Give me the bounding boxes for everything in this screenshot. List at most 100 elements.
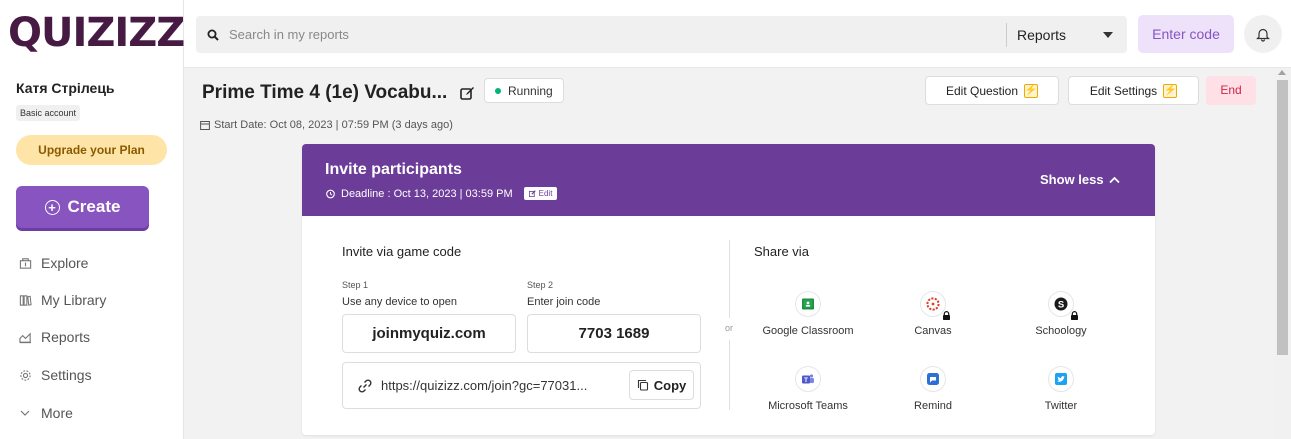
bell-icon	[1256, 28, 1270, 42]
share-label: Canvas	[914, 325, 952, 337]
schoology-icon: S	[1048, 291, 1078, 320]
user-name: Катя Стрілець	[16, 80, 115, 96]
report-type-value: Reports	[1017, 26, 1067, 43]
scrollbar[interactable]	[1274, 68, 1291, 439]
scroll-thumb[interactable]	[1277, 80, 1288, 355]
google-classroom-icon	[795, 291, 821, 317]
lock-icon	[1071, 311, 1078, 320]
share-microsoft-teams[interactable]: T Microsoft Teams	[748, 366, 868, 412]
sidebar: QUIZIZZ Катя Стрілець Basic account Upgr…	[0, 0, 185, 439]
sidebar-item-explore[interactable]: Explore	[18, 255, 88, 271]
copy-label: Copy	[653, 377, 687, 393]
report-type-dropdown[interactable]: Reports	[1007, 16, 1127, 53]
section-divider-bottom	[729, 340, 730, 410]
sidebar-item-more[interactable]: More	[18, 405, 73, 421]
section-divider-top	[729, 240, 730, 318]
sidebar-item-label: My Library	[41, 292, 107, 308]
edit-question-button[interactable]: Edit Question ⚡	[925, 76, 1059, 105]
library-icon	[18, 293, 32, 307]
remind-icon	[920, 366, 946, 392]
create-button[interactable]: + Create	[16, 186, 149, 228]
share-link-text[interactable]: https://quizizz.com/join?gc=77031...	[381, 378, 587, 393]
scroll-up-arrow-icon[interactable]	[1278, 70, 1286, 75]
search-input[interactable]: Search in my reports	[229, 27, 1006, 42]
sidebar-item-my-library[interactable]: My Library	[18, 292, 106, 308]
share-label: Microsoft Teams	[768, 400, 848, 412]
copy-link-button[interactable]: Copy	[629, 370, 694, 400]
lock-icon	[943, 311, 950, 320]
end-button[interactable]: End	[1206, 76, 1256, 105]
start-date-text: Start Date: Oct 08, 2023 | 07:59 PM (3 d…	[214, 119, 453, 131]
sidebar-item-label: Settings	[41, 367, 92, 383]
sidebar-item-label: Reports	[41, 329, 91, 345]
join-code-box[interactable]: 7703 1689	[527, 314, 701, 353]
or-separator: or	[725, 323, 734, 333]
edit-question-label: Edit Question	[945, 83, 1019, 98]
share-remind[interactable]: Remind	[873, 366, 993, 412]
deadline-text: Deadline : Oct 13, 2023 | 03:59 PM	[341, 187, 513, 200]
share-section-title: Share via	[754, 244, 809, 259]
quizizz-logo[interactable]: QUIZIZZ	[8, 10, 185, 56]
edit-deadline-button[interactable]: Edit	[523, 187, 558, 200]
share-canvas[interactable]: Canvas	[873, 291, 993, 337]
gear-icon	[18, 368, 32, 382]
sidebar-item-reports[interactable]: Reports	[18, 329, 90, 345]
reports-icon	[18, 330, 32, 344]
step2-label: Step 2	[527, 280, 554, 290]
super-bolt-icon: ⚡	[1024, 83, 1039, 98]
invite-title: Invite participants	[325, 161, 462, 178]
invite-card: Invite participants Deadline : Oct 13, 2…	[302, 144, 1155, 435]
status-label: Running	[508, 83, 553, 98]
create-label: Create	[67, 197, 121, 216]
main-content: Prime Time 4 (1e) Vocabu... Running Star…	[184, 68, 1274, 439]
step1-description: Use any device to open	[342, 296, 457, 308]
upgrade-plan-button[interactable]: Upgrade your Plan	[16, 135, 167, 165]
join-url-box[interactable]: joinmyquiz.com	[342, 314, 516, 353]
share-twitter[interactable]: Twitter	[1001, 366, 1121, 412]
account-badge: Basic account	[16, 105, 81, 121]
plus-circle-icon: +	[44, 199, 60, 215]
edit-title-icon[interactable]	[460, 86, 475, 101]
svg-text:T: T	[804, 377, 808, 384]
search-bar[interactable]: Search in my reports Reports	[196, 16, 1127, 53]
edit-settings-button[interactable]: Edit Settings ⚡	[1068, 76, 1199, 105]
sidebar-item-label: Explore	[41, 255, 89, 271]
edit-deadline-label: Edit	[538, 189, 553, 198]
edit-settings-label: Edit Settings	[1089, 83, 1158, 98]
status-badge: Running	[484, 78, 564, 103]
top-bar: Search in my reports Reports Enter code	[184, 0, 1291, 68]
super-bolt-icon: ⚡	[1163, 83, 1178, 98]
start-date: Start Date: Oct 08, 2023 | 07:59 PM (3 d…	[200, 119, 453, 131]
invite-header: Invite participants Deadline : Oct 13, 2…	[302, 144, 1155, 216]
share-label: Remind	[914, 400, 952, 412]
share-google-classroom[interactable]: Google Classroom	[748, 291, 868, 337]
step1-label: Step 1	[342, 280, 369, 290]
svg-text:S: S	[1058, 299, 1064, 310]
game-code-section-title: Invite via game code	[342, 244, 462, 259]
show-less-button[interactable]: Show less	[1040, 172, 1120, 187]
edit-icon	[528, 190, 536, 197]
share-label: Twitter	[1044, 400, 1078, 412]
share-label: Google Classroom	[762, 325, 854, 337]
microsoft-teams-icon: T	[795, 366, 821, 392]
sidebar-item-settings[interactable]: Settings	[18, 367, 92, 383]
calendar-icon	[200, 121, 210, 130]
sidebar-item-label: More	[41, 405, 73, 421]
running-dot-icon	[495, 87, 501, 94]
notifications-button[interactable]	[1244, 15, 1282, 53]
compass-icon	[18, 256, 32, 270]
share-label: Schoology	[1035, 325, 1087, 337]
show-less-label: Show less	[1040, 172, 1104, 187]
report-title: Prime Time 4 (1e) Vocabu...	[202, 82, 448, 103]
caret-down-icon	[1103, 31, 1113, 38]
canvas-icon	[920, 291, 950, 320]
link-icon	[358, 379, 372, 393]
enter-code-button[interactable]: Enter code	[1138, 15, 1234, 53]
step2-description: Enter join code	[527, 296, 601, 308]
alarm-clock-icon	[326, 189, 335, 199]
share-schoology[interactable]: S Schoology	[1001, 291, 1121, 337]
twitter-icon	[1048, 366, 1074, 392]
chevron-down-icon	[18, 406, 32, 420]
search-icon	[207, 29, 219, 41]
share-link-box: https://quizizz.com/join?gc=77031... Cop…	[342, 362, 701, 409]
